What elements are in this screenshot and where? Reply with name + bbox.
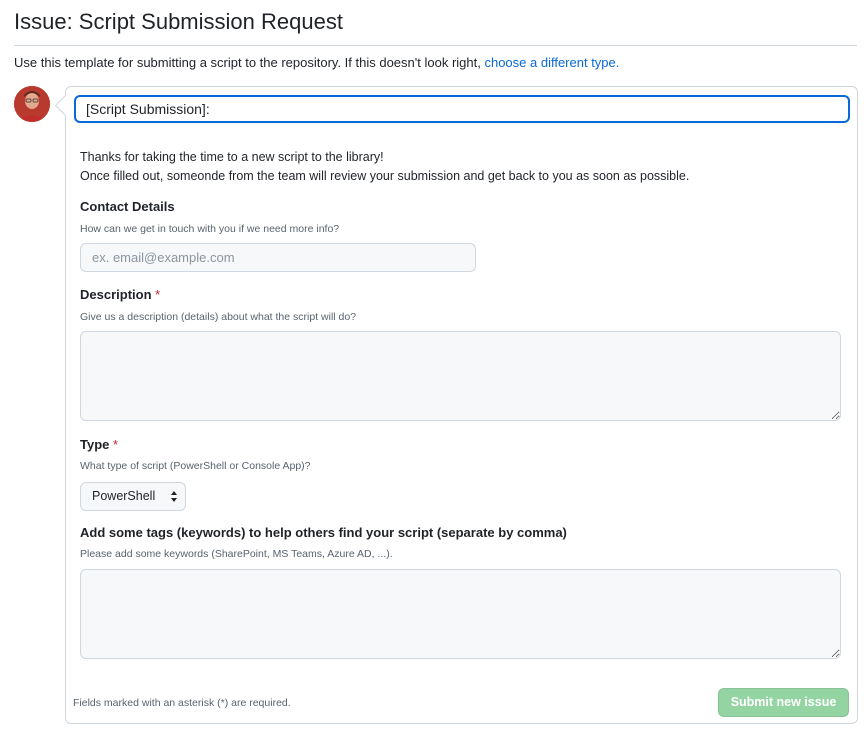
select-arrows-icon bbox=[171, 491, 177, 502]
type-required-mark: * bbox=[113, 437, 119, 452]
tags-textarea[interactable] bbox=[80, 569, 841, 659]
tags-label: Add some tags (keywords) to help others … bbox=[80, 525, 567, 540]
type-select[interactable]: PowerShell bbox=[80, 482, 186, 511]
avatar-image bbox=[14, 86, 50, 122]
submit-new-issue-button[interactable]: Submit new issue bbox=[718, 688, 849, 717]
intro-line-1: Thanks for taking the time to a new scri… bbox=[80, 150, 384, 164]
type-label: Type * bbox=[80, 437, 118, 452]
avatar[interactable] bbox=[14, 86, 50, 122]
description-label-text: Description bbox=[80, 287, 152, 302]
description-required-mark: * bbox=[155, 287, 161, 302]
intro-text: Thanks for taking the time to a new scri… bbox=[80, 148, 689, 186]
title-divider bbox=[14, 45, 857, 46]
type-hint: What type of script (PowerShell or Conso… bbox=[80, 460, 311, 472]
description-hint: Give us a description (details) about wh… bbox=[80, 311, 357, 323]
template-note: Use this template for submitting a scrip… bbox=[14, 54, 619, 72]
issue-form: Thanks for taking the time to a new scri… bbox=[65, 86, 858, 724]
page-title: Issue: Script Submission Request bbox=[14, 9, 343, 34]
template-note-text: Use this template for submitting a scrip… bbox=[14, 55, 481, 70]
choose-different-type-link[interactable]: choose a different type. bbox=[484, 55, 619, 70]
issue-title-input[interactable] bbox=[74, 95, 850, 123]
required-fields-note: Fields marked with an asterisk (*) are r… bbox=[73, 697, 291, 709]
contact-details-label: Contact Details bbox=[80, 199, 175, 214]
contact-details-input[interactable] bbox=[80, 243, 476, 272]
tags-hint: Please add some keywords (SharePoint, MS… bbox=[80, 548, 393, 560]
intro-line-2: Once filled out, someonde from the team … bbox=[80, 169, 690, 183]
contact-details-hint: How can we get in touch with you if we n… bbox=[80, 223, 340, 235]
description-label: Description * bbox=[80, 287, 160, 302]
type-label-text: Type bbox=[80, 437, 110, 452]
type-select-value: PowerShell bbox=[92, 489, 156, 503]
description-textarea[interactable] bbox=[80, 331, 841, 421]
